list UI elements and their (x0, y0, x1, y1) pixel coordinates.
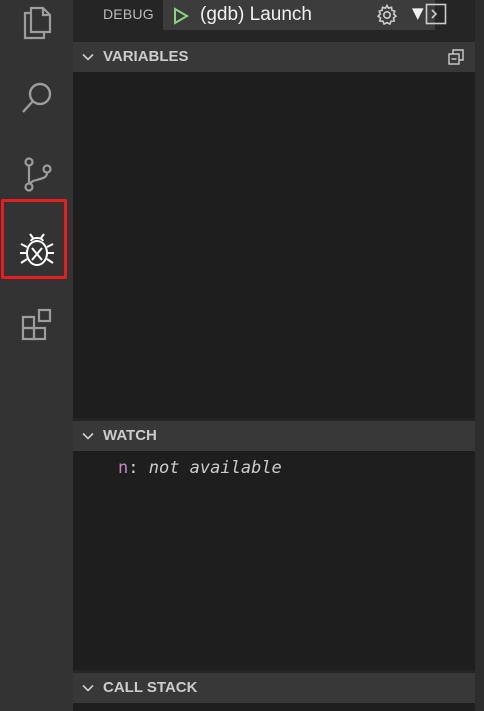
start-debugging-icon[interactable] (172, 7, 190, 25)
debug-sidebar: DEBUG (gdb) Launch ▼ VARIABLES WATCH n: … (73, 0, 484, 711)
extensions-icon (21, 308, 51, 341)
debug-toolbar: DEBUG (gdb) Launch ▼ (73, 0, 475, 42)
watch-panel (73, 451, 475, 670)
scrollbar-gutter[interactable] (475, 0, 484, 711)
chevron-down-icon[interactable]: ▼ (412, 4, 424, 22)
variables-section-header[interactable]: VARIABLES (73, 42, 475, 72)
source-control-icon (23, 157, 52, 192)
launch-configuration-label: (gdb) Launch (200, 4, 312, 25)
watch-expression[interactable]: n: not available (118, 458, 282, 478)
chevron-down-icon (82, 432, 94, 440)
debug-title: DEBUG (103, 6, 154, 22)
chevron-down-icon (82, 684, 94, 692)
watch-title: WATCH (103, 427, 157, 444)
extensions-button[interactable] (0, 294, 73, 358)
files-icon (23, 6, 51, 40)
debug-icon (19, 233, 54, 266)
variables-panel (73, 72, 475, 418)
call-stack-title: CALL STACK (103, 679, 198, 696)
search-button[interactable] (0, 66, 73, 130)
variables-title: VARIABLES (103, 48, 189, 65)
call-stack-panel (73, 703, 475, 711)
watch-section-header[interactable]: WATCH (73, 421, 475, 451)
watch-expression-name: n (118, 458, 129, 478)
debug-button[interactable] (0, 218, 73, 282)
watch-expression-value: not available (148, 458, 282, 478)
debug-console-icon[interactable] (425, 3, 447, 25)
gear-icon[interactable] (375, 3, 399, 27)
source-control-button[interactable] (0, 142, 73, 206)
explorer-button[interactable] (0, 0, 73, 54)
collapse-all-icon[interactable] (447, 48, 465, 66)
chevron-down-icon (82, 53, 94, 61)
call-stack-section-header[interactable]: CALL STACK (73, 673, 475, 703)
activity-bar (0, 0, 73, 711)
watch-separator: : (128, 458, 149, 478)
search-icon (21, 82, 51, 113)
